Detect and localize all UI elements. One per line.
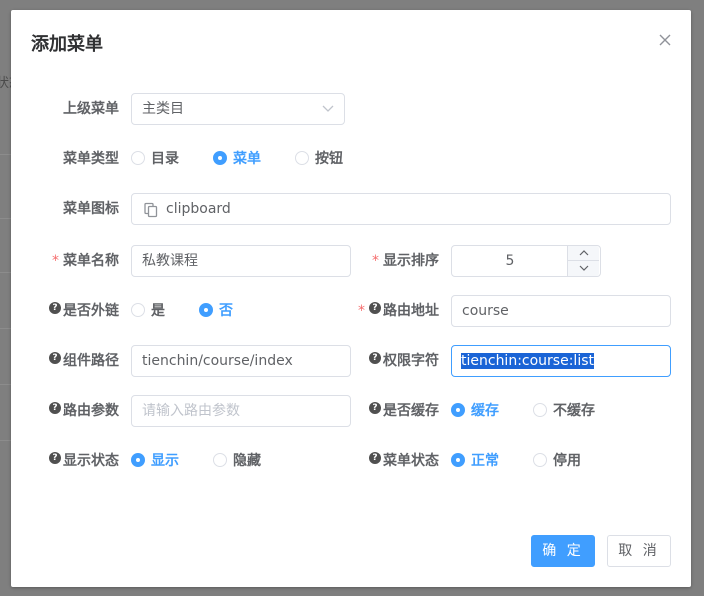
question-icon[interactable]: ? [369,352,381,364]
question-icon[interactable]: ? [369,402,381,414]
component-path-label: ? 组件路径 [31,345,119,377]
radio-cache-no[interactable]: 不缓存 [533,395,595,427]
display-order-label: * 显示排序 [372,253,439,269]
radio-circle-checked [213,151,227,165]
question-icon[interactable]: ? [49,452,61,464]
add-menu-dialog: 添加菜单 上级菜单 主类目 菜单类型 目录 菜单 按钮 菜单图标 clipboa… [11,10,691,587]
radio-status-disabled[interactable]: 停用 [533,445,581,477]
radio-circle [213,453,227,467]
question-icon[interactable]: ? [49,402,61,414]
close-icon[interactable] [657,32,673,48]
menu-name-input[interactable]: 私教课程 [131,245,351,277]
radio-circle-checked [451,453,465,467]
chevron-down-icon [322,105,334,112]
radio-external-no[interactable]: 否 [199,295,233,327]
radio-menu-type-directory[interactable]: 目录 [131,143,179,175]
question-icon[interactable]: ? [369,302,381,314]
menu-icon-label: 菜单图标 [63,201,119,217]
radio-circle-checked [451,403,465,417]
radio-circle-checked [199,303,213,317]
permission-input[interactable]: tienchin:course:list [451,345,671,377]
increase-button[interactable] [567,246,599,261]
clipboard-icon [144,202,158,218]
radio-menu-type-menu[interactable]: 菜单 [213,143,261,175]
menu-icon-value: clipboard [166,201,231,217]
route-params-placeholder: 请输入路由参数 [142,403,240,419]
radio-visible-show[interactable]: 显示 [131,445,179,477]
question-icon[interactable]: ? [49,352,61,364]
component-path-input[interactable]: tienchin/course/index [131,345,351,377]
radio-circle [131,303,145,317]
display-order-stepper[interactable]: 5 [451,245,601,277]
dialog-title: 添加菜单 [31,34,103,55]
radio-circle [131,151,145,165]
route-params-label: ? 路由参数 [31,395,119,427]
route-params-input[interactable]: 请输入路由参数 [131,395,351,427]
radio-menu-type-button[interactable]: 按钮 [295,143,343,175]
cancel-button[interactable]: 取 消 [607,535,671,567]
route-path-label: *? 路由地址 [358,302,439,319]
parent-menu-select[interactable]: 主类目 [131,93,345,125]
chevron-down-icon [579,265,588,271]
decrease-button[interactable] [567,261,599,276]
parent-menu-label: 上级菜单 [63,101,119,117]
radio-circle-checked [131,453,145,467]
menu-icon-input[interactable]: clipboard [131,193,671,225]
radio-external-yes[interactable]: 是 [131,295,165,327]
question-icon[interactable]: ? [49,302,61,314]
confirm-button[interactable]: 确 定 [531,535,595,567]
parent-menu-value: 主类目 [142,101,184,117]
question-icon[interactable]: ? [369,452,381,464]
radio-status-normal[interactable]: 正常 [451,445,499,477]
menu-name-label: * 菜单名称 [52,253,119,269]
radio-circle [533,403,547,417]
status-label: ? 菜单状态 [351,445,439,477]
route-path-input[interactable]: course [451,295,671,327]
radio-visible-hide[interactable]: 隐藏 [213,445,261,477]
permission-label: ? 权限字符 [351,345,439,377]
chevron-up-icon [579,250,588,256]
radio-circle [295,151,309,165]
display-order-value: 5 [505,253,515,269]
is-external-label: ? 是否外链 [31,295,119,327]
is-cache-label: ? 是否缓存 [351,395,439,427]
visible-label: ? 显示状态 [31,445,119,477]
permission-value-selected: tienchin:course:list [461,353,594,369]
radio-circle [533,453,547,467]
radio-cache-yes[interactable]: 缓存 [451,395,499,427]
menu-type-label: 菜单类型 [63,151,119,167]
